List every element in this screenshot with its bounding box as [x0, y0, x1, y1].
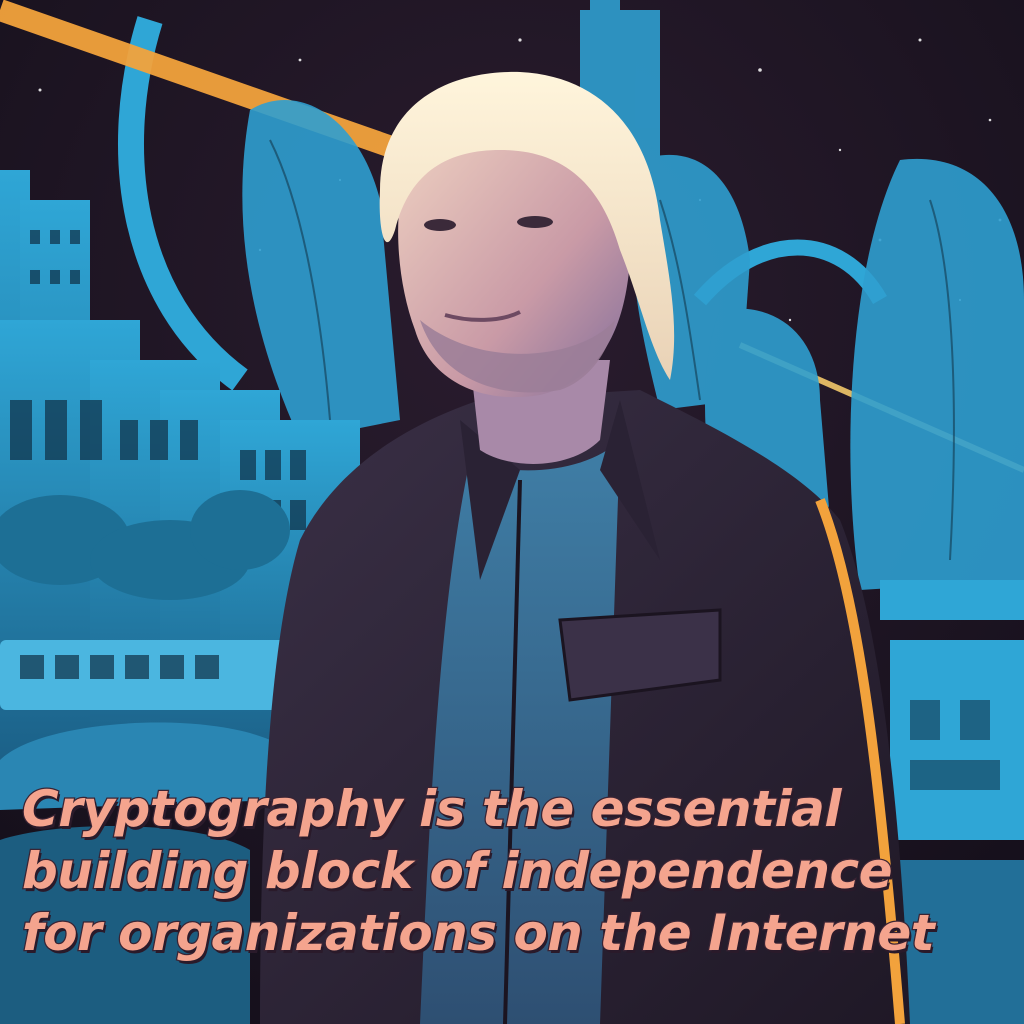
caption-line: Cryptography is the essential [21, 779, 843, 840]
poster: Cryptography is the essential building b… [0, 0, 1024, 1024]
caption-line: for organizations on the Internet [21, 903, 936, 964]
quote-caption: Cryptography is the essential building b… [21, 778, 1012, 964]
tram [0, 640, 300, 710]
caption-line: building block of independence [21, 841, 894, 902]
